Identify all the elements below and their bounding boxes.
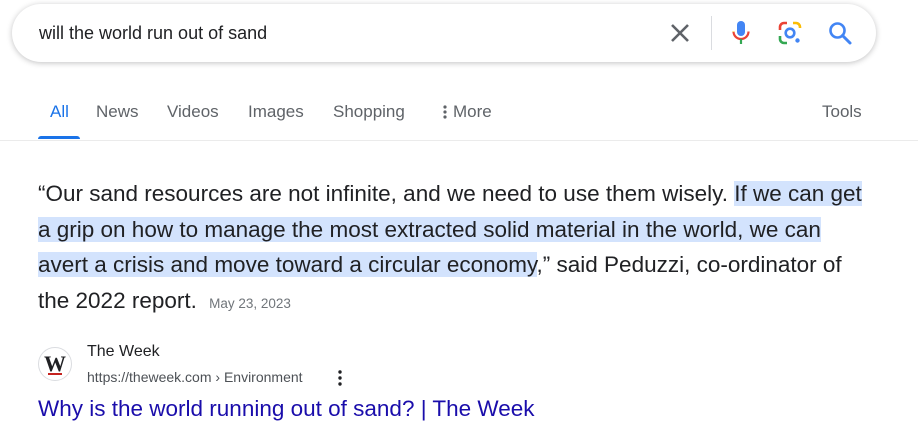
search-bar[interactable]: will the world run out of sand xyxy=(12,4,876,62)
tab-more-label: More xyxy=(453,102,492,121)
search-button[interactable] xyxy=(827,20,853,46)
microphone-icon xyxy=(732,21,750,44)
search-by-image-button[interactable] xyxy=(777,20,803,46)
vertical-dots-icon xyxy=(338,370,342,386)
voice-search-button[interactable] xyxy=(728,19,754,47)
tools-button[interactable]: Tools xyxy=(822,102,862,122)
search-bar-divider xyxy=(711,16,712,50)
tabs-divider xyxy=(0,140,918,141)
featured-snippet: “Our sand resources are not infinite, an… xyxy=(38,176,868,321)
favicon-underline xyxy=(48,373,62,375)
search-tabs: All News Videos Images Shopping More Too… xyxy=(0,92,918,140)
google-lens-icon xyxy=(778,21,802,45)
clear-search-button[interactable] xyxy=(667,20,693,46)
favicon-letter: W xyxy=(44,351,66,376)
snippet-date: May 23, 2023 xyxy=(209,295,291,311)
tab-news[interactable]: News xyxy=(96,102,139,122)
tab-all[interactable]: All xyxy=(50,102,69,122)
search-input[interactable]: will the world run out of sand xyxy=(39,21,267,45)
tab-images[interactable]: Images xyxy=(248,102,304,122)
search-icon xyxy=(829,22,852,45)
snippet-text: “Our sand resources are not infinite, an… xyxy=(38,181,735,206)
result-options-button[interactable] xyxy=(333,369,347,387)
close-icon xyxy=(671,24,689,42)
result-title-link[interactable]: Why is the world running out of sand? | … xyxy=(38,396,535,422)
tab-more[interactable]: More xyxy=(443,102,492,122)
search-results-page: will the world run out of sand All News … xyxy=(0,0,918,447)
site-favicon[interactable]: W xyxy=(38,347,72,381)
vertical-dots-icon xyxy=(443,105,447,119)
active-tab-indicator xyxy=(38,136,80,139)
source-site-name[interactable]: The Week xyxy=(87,343,160,361)
tab-videos[interactable]: Videos xyxy=(167,102,219,122)
source-url[interactable]: https://theweek.com › Environment xyxy=(87,369,303,385)
tab-shopping[interactable]: Shopping xyxy=(333,102,405,122)
